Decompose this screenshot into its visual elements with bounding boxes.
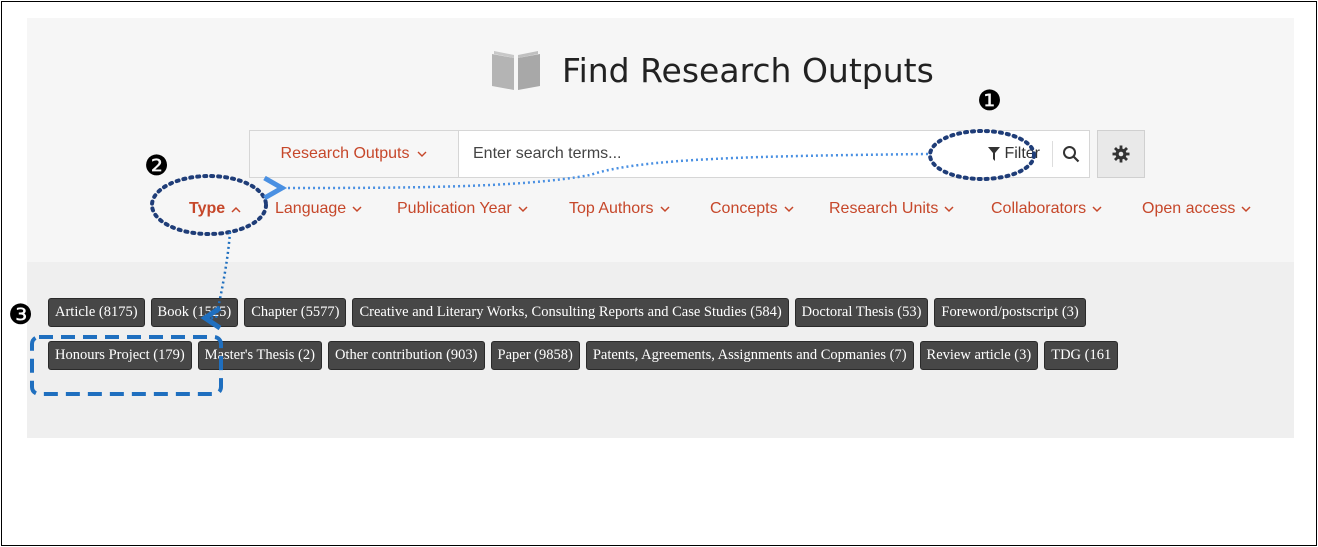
settings-button[interactable] <box>1097 130 1145 178</box>
filter-button-label: Filter <box>1004 145 1040 162</box>
facet-top-authors[interactable]: Top Authors <box>569 200 670 218</box>
type-tag[interactable]: Patents, Agreements, Assignments and Cop… <box>585 341 914 370</box>
facet-collaborators-label: Collaborators <box>991 200 1087 217</box>
facet-concepts[interactable]: Concepts <box>710 200 794 218</box>
type-tag[interactable]: Chapter (5577) <box>244 298 347 327</box>
chevron-down-icon <box>518 205 528 212</box>
annotation-marker-2: ❷ <box>144 149 170 182</box>
page-title: Find Research Outputs <box>490 44 934 96</box>
type-tag[interactable]: Doctoral Thesis (53) <box>794 298 929 327</box>
facet-language[interactable]: Language <box>275 200 362 218</box>
search-input[interactable] <box>459 131 979 177</box>
facet-top-authors-label: Top Authors <box>569 200 654 217</box>
search-icon <box>1063 146 1080 163</box>
page-title-text: Find Research Outputs <box>562 50 934 90</box>
facet-language-label: Language <box>275 200 347 217</box>
type-tag[interactable]: Paper (9858) <box>490 341 580 370</box>
facet-open-access[interactable]: Open access <box>1142 200 1251 218</box>
chevron-down-icon <box>417 151 427 157</box>
facet-research-units[interactable]: Research Units <box>829 200 954 218</box>
book-icon <box>492 51 540 90</box>
type-tag[interactable]: Other contribution (903) <box>327 341 485 370</box>
annotation-marker-1: ❶ <box>977 84 1003 117</box>
chevron-up-icon <box>231 206 241 213</box>
chevron-down-icon <box>659 205 670 212</box>
scope-dropdown[interactable]: Research Outputs <box>250 131 459 177</box>
facet-open-access-label: Open access <box>1142 200 1236 217</box>
type-tag[interactable]: Creative and Literary Works, Consulting … <box>352 298 789 327</box>
chevron-down-icon <box>944 205 954 212</box>
chevron-down-icon <box>784 205 794 212</box>
annotation-marker-3: ❸ <box>8 298 34 331</box>
type-tag[interactable]: Foreword/postscript (3) <box>934 298 1086 327</box>
facet-collaborators[interactable]: Collaborators <box>991 200 1102 218</box>
scope-dropdown-label: Research Outputs <box>280 145 410 162</box>
chevron-down-icon <box>1092 205 1102 212</box>
type-tag[interactable]: Review article (3) <box>919 341 1039 370</box>
type-tag[interactable]: TDG (161 <box>1044 341 1119 370</box>
filter-button[interactable]: Filter <box>978 141 1053 167</box>
facet-publication-year-label: Publication Year <box>397 200 512 217</box>
type-tag[interactable]: Article (8175) <box>48 298 145 327</box>
facet-type-label: Type <box>189 200 226 217</box>
facet-research-units-label: Research Units <box>829 200 939 217</box>
chevron-down-icon <box>352 205 362 212</box>
type-tag[interactable]: Master's Thesis (2) <box>197 341 322 370</box>
facet-type[interactable]: Type <box>189 200 241 218</box>
type-tag[interactable]: Book (1525) <box>150 298 239 327</box>
filter-icon <box>988 147 1001 161</box>
facet-publication-year[interactable]: Publication Year <box>397 200 528 218</box>
type-tag-list: Article (8175) Book (1525) Chapter (5577… <box>48 298 1294 378</box>
gear-icon <box>1112 145 1130 163</box>
search-button[interactable] <box>1053 131 1089 177</box>
type-tag-row-1: Article (8175) Book (1525) Chapter (5577… <box>48 298 1086 327</box>
chevron-down-icon <box>1241 205 1251 212</box>
type-tag-honours-project[interactable]: Honours Project (179) <box>48 341 192 370</box>
facet-concepts-label: Concepts <box>710 200 778 217</box>
search-bar: Research Outputs Filter <box>249 130 1090 178</box>
type-tag-row-2: Honours Project (179) Master's Thesis (2… <box>48 341 1119 370</box>
